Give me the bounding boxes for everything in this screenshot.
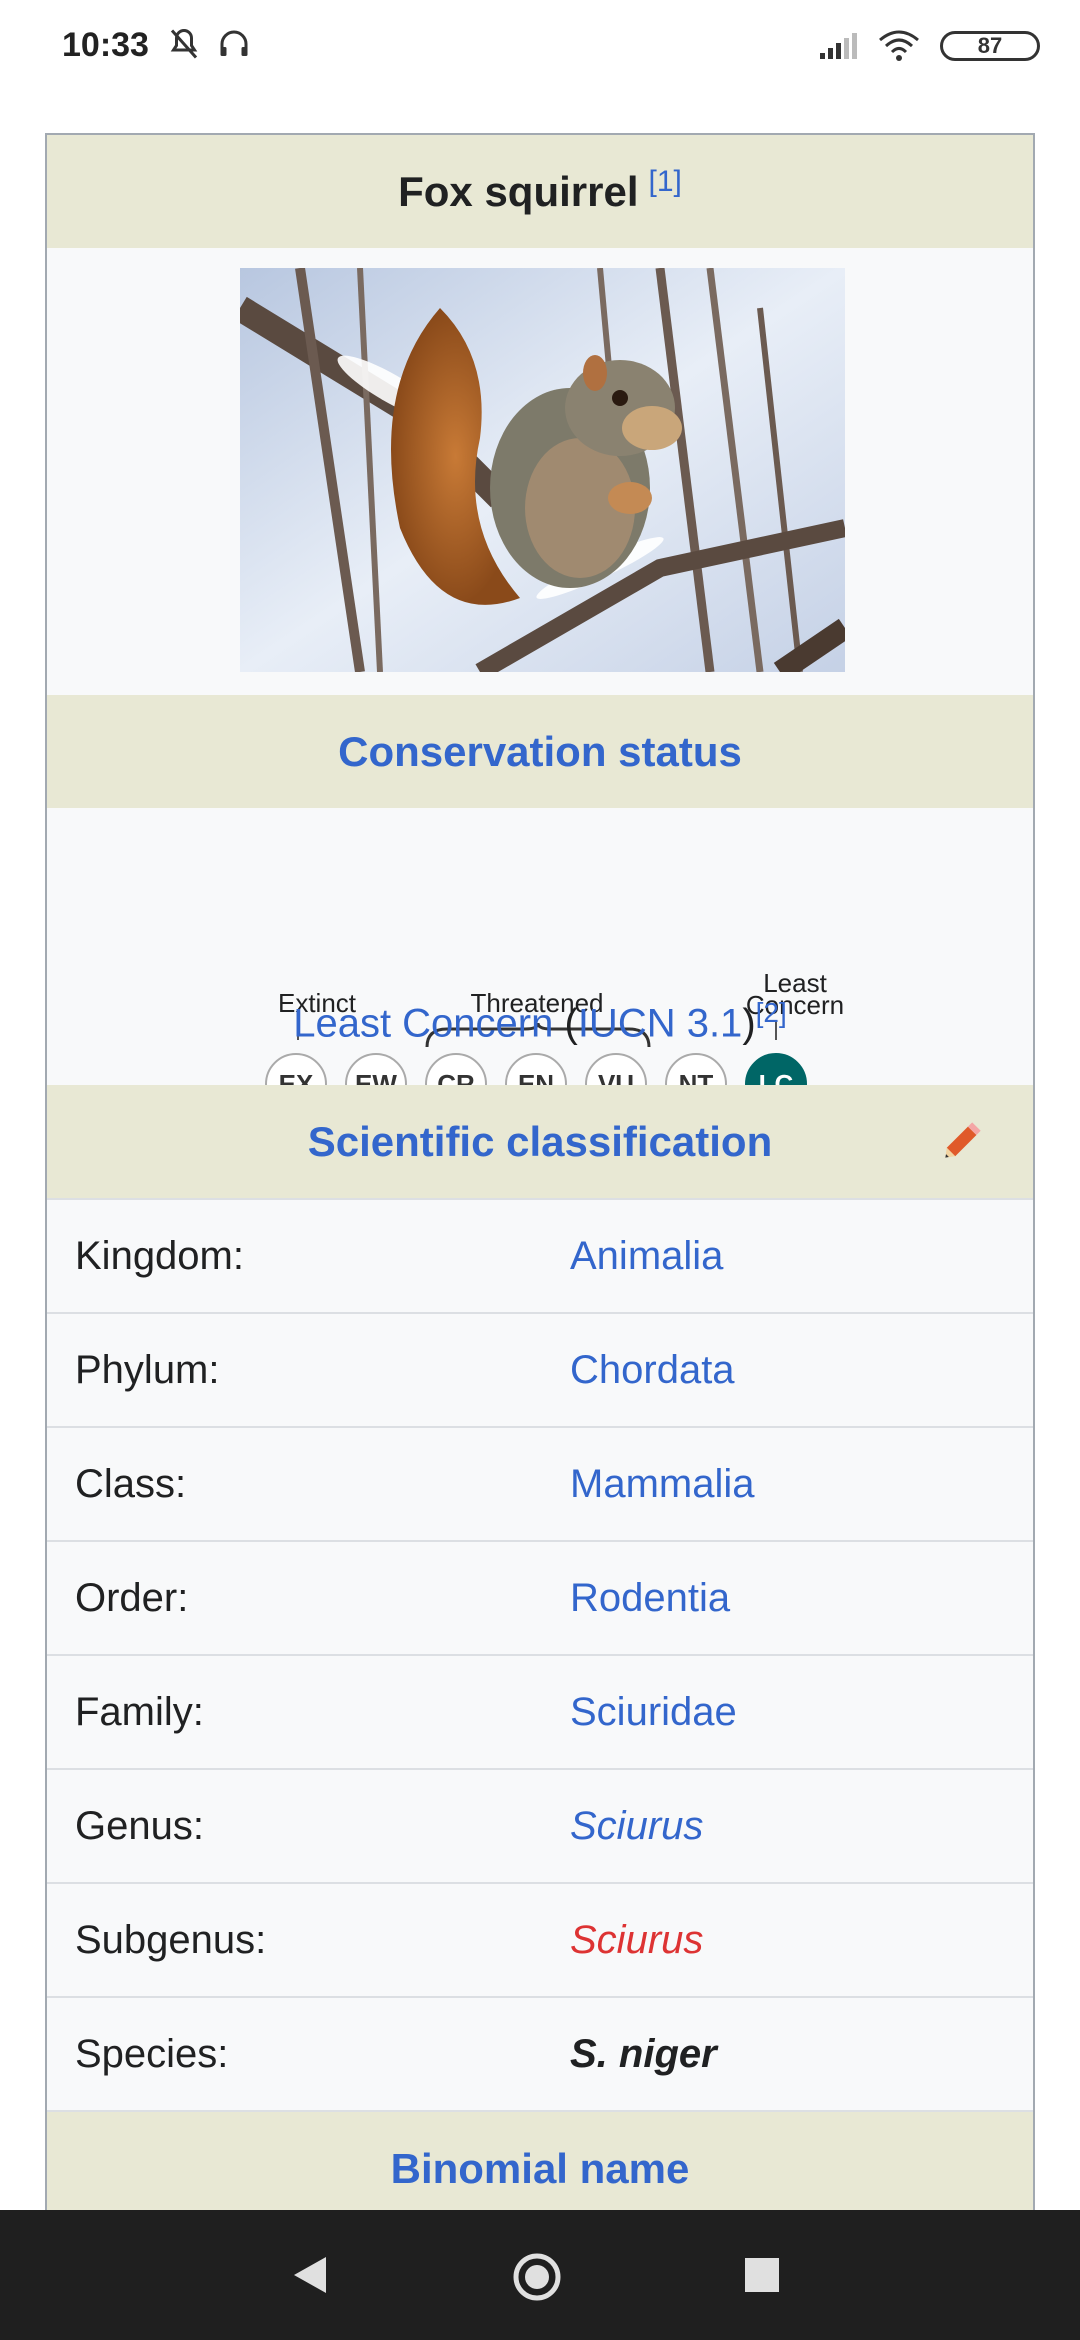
family-link[interactable]: Sciuridae [570, 1690, 737, 1735]
title-reference-link[interactable]: [1] [649, 165, 682, 199]
family-label: Family: [75, 1689, 204, 1734]
scientific-classification-header[interactable]: Scientific classification [47, 1085, 1033, 1198]
table-row-class: Class: Mammalia [47, 1426, 1033, 1540]
iucn-link[interactable]: IUCN 3.1 [578, 1001, 743, 1045]
genus-label: Genus: [75, 1803, 204, 1848]
table-row-species: Species: S. niger [47, 1996, 1033, 2110]
conservation-status-text: Least Concern (IUCN 3.1)[2] [47, 997, 1033, 1046]
navigation-bar [0, 2210, 1080, 2340]
table-row-family: Family: Sciuridae [47, 1654, 1033, 1768]
scientific-classification-header-text[interactable]: Scientific classification [308, 1118, 773, 1166]
iucn-reference-link[interactable]: [2] [756, 997, 787, 1028]
taxobox: Fox squirrel [1] Conservation status Ext… [45, 133, 1035, 2213]
fox-squirrel-image[interactable] [240, 268, 845, 672]
close-paren: ) [742, 1001, 756, 1046]
image-area [47, 248, 1033, 695]
subgenus-label: Subgenus: [75, 1917, 267, 1962]
title-text: Fox squirrel [398, 167, 639, 215]
conservation-status-header[interactable]: Conservation status [47, 695, 1033, 808]
infobox-title: Fox squirrel [1] [47, 135, 1033, 248]
signal-icon [820, 33, 857, 59]
mute-icon [170, 28, 198, 59]
table-row-genus: Genus: Sciurus [47, 1768, 1033, 1882]
wifi-icon [879, 30, 919, 61]
headphones-icon [220, 30, 248, 56]
back-icon[interactable] [292, 2255, 328, 2295]
edit-pencil-icon[interactable] [938, 1115, 988, 1165]
least-concern-link[interactable]: Least Concern [293, 1001, 553, 1045]
class-label: Class: [75, 1461, 187, 1506]
table-row-subgenus: Subgenus: Sciurus [47, 1882, 1033, 1996]
recents-icon[interactable] [745, 2258, 779, 2292]
status-bar: 10:33 87 [0, 0, 1080, 96]
table-row-phylum: Phylum: Chordata [47, 1312, 1033, 1426]
table-row-order: Order: Rodentia [47, 1540, 1033, 1654]
phylum-label: Phylum: [75, 1347, 220, 1392]
phylum-link[interactable]: Chordata [570, 1348, 735, 1393]
battery-level: 87 [977, 33, 1003, 58]
species-label: Species: [75, 2031, 229, 2076]
subgenus-redlink[interactable]: Sciurus [570, 1918, 703, 1963]
species-value: S. niger [570, 2031, 717, 2076]
open-paren: ( [564, 1001, 578, 1046]
class-link[interactable]: Mammalia [570, 1462, 754, 1507]
status-time: 10:33 [62, 26, 149, 64]
conservation-status-header-text[interactable]: Conservation status [338, 728, 742, 776]
kingdom-label: Kingdom: [75, 1233, 244, 1278]
genus-link[interactable]: Sciurus [570, 1804, 703, 1849]
binomial-name-header[interactable]: Binomial name [47, 2110, 1033, 2211]
order-label: Order: [75, 1575, 189, 1620]
binomial-name-header-text[interactable]: Binomial name [391, 2145, 690, 2193]
kingdom-link[interactable]: Animalia [570, 1234, 723, 1279]
table-row-kingdom: Kingdom: Animalia [47, 1198, 1033, 1312]
battery-icon: 87 [940, 31, 1040, 61]
order-link[interactable]: Rodentia [570, 1576, 730, 1621]
home-icon[interactable] [512, 2252, 562, 2302]
